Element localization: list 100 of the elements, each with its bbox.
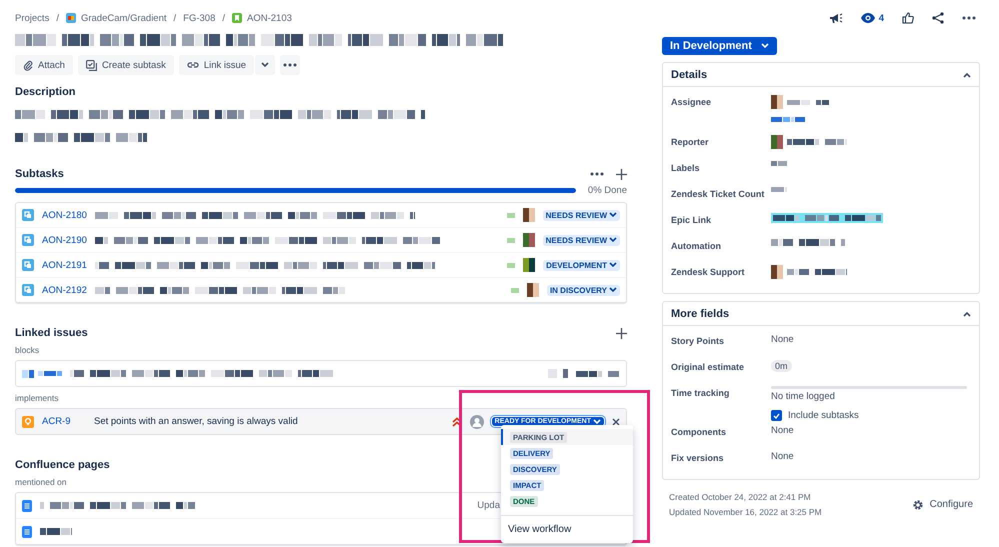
pixelated-text-drawing	[787, 139, 847, 145]
status-dropdown[interactable]: DEVELOPMENT	[543, 260, 620, 270]
breadcrumb-link[interactable]: GradeCam/Gradient	[66, 12, 167, 24]
status-button[interactable]: In Development	[662, 37, 777, 55]
breadcrumb-separator: /	[222, 12, 226, 24]
toolbar-button[interactable]: Create subtask	[78, 55, 174, 75]
issue-key-link[interactable]: AON-2192	[42, 284, 87, 296]
pixelated-text-drawing	[548, 369, 568, 378]
section-title: Linked issues	[15, 327, 88, 339]
estimate-tag: 0m	[771, 360, 792, 372]
field-value: No time logged	[771, 391, 836, 402]
thumbs-up-icon[interactable]	[902, 12, 914, 24]
avatar-icon	[523, 258, 536, 272]
view-workflow-link[interactable]: View workflow	[508, 524, 572, 535]
field-label: Zendesk Ticket Count	[671, 188, 766, 199]
avatar-icon	[526, 283, 539, 297]
field-label: Original estimate	[671, 361, 746, 372]
issue-key-link[interactable]: AON-2180	[42, 210, 87, 220]
issue-key-link[interactable]: ACR-9	[42, 416, 86, 427]
field-value: None	[771, 334, 795, 345]
avatar-icon	[522, 233, 535, 247]
dropdown-button[interactable]	[255, 55, 276, 75]
link-type-label: blocks	[15, 345, 40, 355]
watchers-button[interactable]: 4	[860, 12, 884, 24]
more-icon[interactable]	[590, 172, 604, 176]
include-subtasks-checkbox[interactable]: Include subtasks	[771, 410, 971, 421]
priority-highest-icon	[452, 416, 462, 426]
issue-key-link[interactable]: AON-2191	[42, 260, 87, 270]
add-icon[interactable]	[616, 328, 627, 338]
bookmark-icon	[232, 13, 242, 23]
issue-key-link[interactable]: AON-2190	[42, 234, 87, 246]
issue-summary: Set points with an answer, saving is always valid	[94, 416, 299, 427]
panel-title: Details	[671, 68, 708, 80]
updated-date: Updated November 16, 2022 at 3:25 PM	[669, 507, 822, 517]
pixelated-text-drawing	[576, 370, 620, 376]
toolbar-button[interactable]: Attach	[15, 55, 73, 75]
chevron-down-icon	[609, 262, 617, 268]
field-label: Automation	[671, 240, 722, 251]
section-title: Description	[15, 86, 76, 98]
avatar-icon	[771, 95, 783, 109]
field-label: Zendesk Support	[671, 266, 746, 277]
chevron-down-icon	[609, 212, 617, 218]
share-icon[interactable]	[932, 12, 944, 24]
subtask-icon	[22, 234, 34, 246]
subtask-icon	[22, 209, 34, 221]
close-icon[interactable]	[612, 418, 620, 426]
checkbox[interactable]	[771, 410, 782, 421]
avatar-icon	[470, 414, 484, 428]
field-label: Labels	[671, 162, 701, 173]
project-icon	[66, 13, 76, 23]
chevron-down-icon	[609, 287, 617, 293]
status-dropdown[interactable]: NEEDS REVIEW	[542, 234, 620, 246]
toolbar-button[interactable]: Link issue	[178, 55, 254, 75]
field-label: Assignee	[671, 96, 712, 107]
add-icon[interactable]	[616, 168, 627, 180]
section-title: Confluence pages	[15, 459, 110, 471]
page-icon	[22, 526, 32, 538]
pixelated-text-drawing	[40, 528, 72, 535]
field-label: Fix versions	[671, 452, 725, 463]
pixelated-text-drawing	[771, 161, 787, 166]
breadcrumb-separator: /	[56, 12, 59, 24]
pixelated-text-drawing	[771, 187, 787, 192]
pixelated-text-drawing	[22, 370, 34, 378]
chevron-down-icon	[261, 62, 270, 68]
more-icon[interactable]	[962, 16, 976, 20]
chevron-down-icon	[760, 43, 769, 49]
link-icon	[186, 60, 199, 70]
pixelated-text-drawing	[787, 100, 829, 104]
lightbulb-icon	[22, 416, 34, 428]
subtask-icon	[86, 60, 97, 70]
pixelated-text-drawing	[771, 117, 807, 122]
gear-icon	[912, 498, 924, 510]
breadcrumb-link[interactable]: AON-2103	[232, 12, 292, 24]
panel-title: More fields	[671, 308, 730, 320]
chevron-down-icon	[609, 237, 617, 243]
breadcrumb-link[interactable]: Projects	[15, 12, 50, 24]
field-label: Reporter	[671, 136, 710, 147]
section-subtitle: mentioned on	[15, 477, 67, 487]
field-value: None	[771, 425, 795, 436]
progress-label: 0% Done	[588, 185, 627, 196]
status-dropdown[interactable]: NEEDS REVIEW	[542, 210, 620, 220]
chevron-up-icon[interactable]	[963, 310, 971, 316]
chevron-up-icon[interactable]	[963, 72, 971, 78]
pixelated-text-drawing	[38, 371, 62, 376]
created-date: Created October 24, 2022 at 2:41 PM	[669, 492, 812, 502]
more-icon[interactable]	[283, 63, 298, 67]
updated-label: Upda	[477, 500, 500, 511]
link-type-label: implements	[15, 393, 58, 403]
eye-icon	[860, 13, 875, 23]
status-dropdown[interactable]: IN DISCOVERY	[546, 284, 620, 296]
section-title: Subtasks	[15, 168, 64, 180]
field-label: Epic Link	[671, 214, 712, 225]
breadcrumb-separator: /	[174, 12, 176, 24]
megaphone-icon[interactable]	[828, 12, 843, 24]
page-icon	[22, 500, 32, 512]
subtask-icon	[22, 259, 34, 271]
configure-button[interactable]: Configure	[912, 498, 973, 510]
breadcrumb-link[interactable]: FG-308	[183, 12, 216, 24]
checkmark-icon	[773, 412, 780, 418]
more-button[interactable]	[280, 55, 300, 75]
